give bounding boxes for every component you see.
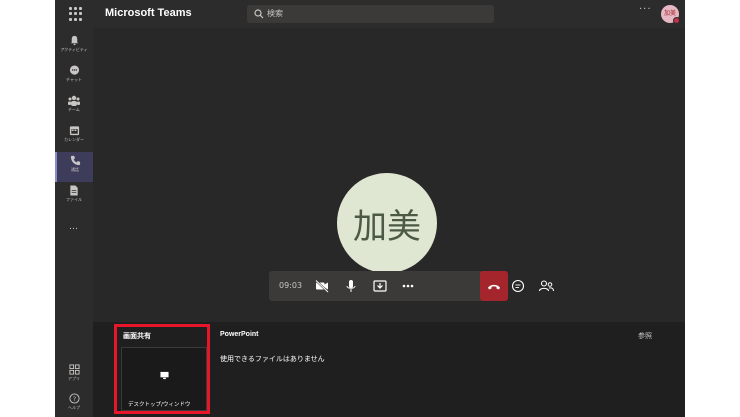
chat-icon (69, 65, 79, 75)
share-tray-icon[interactable] (372, 278, 388, 294)
search-placeholder: 検索 (267, 9, 283, 18)
more-actions-icon[interactable] (400, 278, 416, 294)
teams-icon (68, 95, 80, 106)
rail-item-activity[interactable]: アクティビティ (55, 32, 93, 62)
apps-icon (68, 364, 80, 375)
file-icon (70, 185, 78, 196)
rail-item-chat[interactable]: チャット (55, 62, 93, 92)
more-options-icon[interactable]: ··· (639, 4, 652, 15)
browse-link[interactable]: 参照 (638, 331, 652, 341)
search-input[interactable]: 検索 (247, 5, 494, 23)
microphone-icon[interactable] (343, 278, 359, 294)
avatar[interactable]: 加美 (661, 5, 680, 24)
title-bar: Microsoft Teams 検索 ··· 加美 (55, 0, 685, 28)
participant-avatar: 加美 (337, 173, 437, 273)
bell-icon (70, 35, 78, 46)
rail-label: ファイル (66, 197, 82, 202)
participant-name: 加美 (353, 206, 421, 247)
rail-label: アクティビティ (60, 47, 88, 52)
app-rail: アクティビティ チャット チーム カレンダー 通話 ファイル … アプリ ? ヘ… (55, 28, 93, 417)
annotation-highlight-box (114, 324, 210, 414)
app-title: Microsoft Teams (105, 7, 192, 19)
search-icon (254, 9, 264, 19)
app-launcher-icon[interactable] (69, 7, 83, 21)
call-timer: 09:03 (279, 281, 303, 290)
no-files-message: 使用できるファイルはありません (220, 355, 325, 363)
presence-badge (673, 17, 680, 24)
rail-label: チーム (68, 107, 80, 112)
hang-up-button[interactable] (480, 271, 508, 301)
calendar-icon (69, 126, 79, 136)
participants-icon[interactable] (533, 271, 559, 301)
rail-item-help[interactable]: ? ヘルプ (55, 390, 93, 417)
rail-label: チャット (66, 77, 82, 82)
svg-text:?: ? (72, 395, 75, 403)
more-apps-icon[interactable]: … (55, 222, 93, 232)
rail-item-files[interactable]: ファイル (55, 182, 93, 212)
rail-label: アプリ (68, 376, 80, 381)
call-stage: 加美 09:03 (93, 28, 685, 322)
rail-item-apps[interactable]: アプリ (55, 361, 93, 391)
rail-label: ヘルプ (68, 405, 80, 410)
avatar-initials: 加美 (663, 10, 676, 17)
meeting-chat-icon[interactable] (505, 271, 531, 301)
camera-off-icon[interactable] (314, 278, 330, 294)
rail-item-teams[interactable]: チーム (55, 92, 93, 122)
rail-item-calls[interactable]: 通話 (55, 152, 93, 182)
phone-icon (70, 155, 80, 166)
hang-up-icon (488, 284, 500, 290)
powerpoint-heading: PowerPoint (220, 331, 259, 338)
help-icon: ? (68, 393, 80, 404)
rail-label: 通話 (71, 167, 79, 172)
rail-item-calendar[interactable]: カレンダー (55, 122, 93, 152)
call-controls-bar: 09:03 (269, 271, 506, 301)
rail-label: カレンダー (64, 137, 84, 142)
